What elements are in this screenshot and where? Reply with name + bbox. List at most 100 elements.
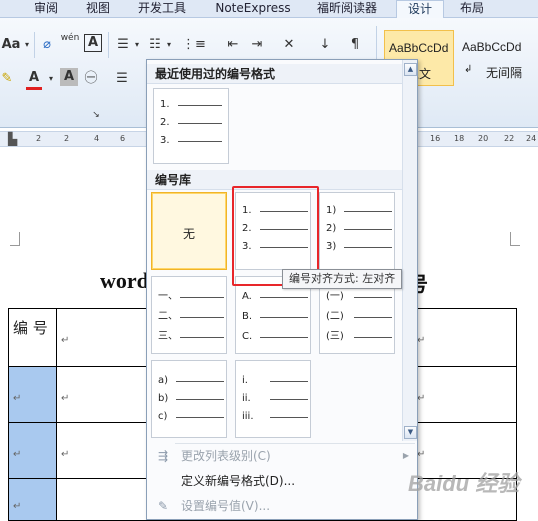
tab-foxit-reader[interactable]: 福昕阅读器 [310,0,384,18]
list-row: (三) [326,331,392,345]
list-row: (一) [326,291,392,305]
tab-review[interactable]: 审阅 [28,0,64,18]
phonetic-guide-button[interactable]: wén [60,32,80,54]
list-line [178,123,222,124]
list-number: 2) [326,223,337,234]
define-new-number-format-item[interactable]: 定义新编号格式(D)... [147,469,417,493]
chevron-down-icon[interactable]: ▾ [46,68,56,90]
tab-design[interactable]: 设计 [396,0,444,18]
table-cell[interactable]: ↵ [8,478,57,521]
para-mark: ↵ [417,449,426,460]
set-value-icon: ✎ [157,499,169,513]
numbering-arabic-paren[interactable]: 1) 2) 3) [319,192,395,270]
list-row: iii. [242,411,308,425]
ruler-number: 18 [454,134,465,143]
numbering-icon[interactable]: ☷ [146,34,164,56]
para-mark: ↵ [417,335,426,346]
cell-label: 编 号 [13,319,48,337]
list-number: b) [158,393,169,404]
para-mark: ↵ [61,449,70,460]
table-cell[interactable]: ↵ [56,366,157,423]
scroll-up-icon[interactable]: ▲ [404,63,417,76]
list-line [176,399,224,400]
list-number: C. [242,331,253,342]
ruler-number: 2 [64,134,70,143]
list-number: (三) [326,331,344,342]
document-title: word [100,268,149,293]
set-numbering-value-item[interactable]: ✎ 设置编号值(V)... [147,494,417,518]
divider [108,32,109,58]
numbering-dropdown: 最近使用过的编号格式 1. 2. 3. 编号库 无 1. 2. 3. 1) 2)… [146,59,418,520]
dialog-launcher-icon[interactable]: ↘ [90,104,102,126]
gallery-scrollbar[interactable]: ▲ ▼ [402,60,417,441]
list-number: B. [242,311,253,322]
char-shading-icon[interactable]: A [60,68,78,86]
table-cell[interactable]: ↵ [56,422,157,479]
tab-view[interactable]: 视图 [80,0,116,18]
style-no-spacing[interactable]: AaBbCcDd 无间隔 ↲ [458,30,536,86]
list-number: 一、 [158,291,178,302]
para-mark: ↵ [61,393,70,404]
tab-developer[interactable]: 开发工具 [132,0,192,18]
numbering-lower-alpha[interactable]: a) b) c) [151,360,227,438]
ribbon-tab-bar: 审阅 视图 开发工具 NoteExpress 福昕阅读器 设计 布局 [0,0,538,18]
list-line [178,141,222,142]
font-size-aa-button[interactable]: Aa [0,34,22,56]
increase-indent-icon[interactable]: ⇥ [248,34,266,56]
numbering-none[interactable]: 无 [151,192,227,270]
char-border-icon[interactable]: A [84,34,102,52]
table-cell[interactable]: ↵ [8,366,57,423]
bullets-icon[interactable]: ☰ [114,34,132,56]
tab-stop-icon[interactable]: ▙ [8,132,17,146]
align-left-icon[interactable]: ☰ [112,68,132,90]
clear-format-icon[interactable]: ⌀ [38,34,56,56]
list-level-icon: ⇶ [157,449,169,463]
list-number: 3) [326,241,337,252]
enclose-char-icon[interactable]: ㊀ [82,68,100,90]
list-row: i. [242,375,308,389]
tooltip: 编号对齐方式: 左对齐 [282,269,403,289]
crop-mark [10,232,20,246]
list-row: 二、 [158,311,224,325]
recent-format-numbered[interactable]: 1. 2. 3. [153,88,229,164]
chevron-down-icon[interactable]: ▾ [132,34,142,56]
list-number: 2. [160,117,170,128]
list-number: i. [242,375,248,386]
font-color-icon[interactable]: A [26,68,42,90]
tab-noteexpress[interactable]: NoteExpress [208,0,298,18]
tab-layout[interactable]: 布局 [452,0,492,18]
list-row: 2. [160,117,224,131]
table-cell[interactable]: ↵ [416,366,517,423]
list-number: A. [242,291,252,302]
chevron-down-icon[interactable]: ▾ [164,34,174,56]
list-row: c) [158,411,224,425]
list-line [260,337,308,338]
chevron-down-icon[interactable]: ▾ [22,34,32,56]
table-cell[interactable]: ↵ [56,308,157,367]
style-sample: AaBbCcDd [462,40,522,54]
para-mark: ↵ [13,393,22,404]
numbering-chinese[interactable]: 一、 二、 三、 [151,276,227,354]
para-mark: ↵ [417,393,426,404]
none-label: 无 [182,227,195,241]
asian-layout-icon[interactable]: ✕ [278,34,300,56]
table-cell[interactable]: ↵ [8,422,57,479]
sort-icon[interactable]: ↓ [316,34,334,56]
paragraph-mark-icon[interactable]: ¶ [346,34,364,56]
change-list-level-item[interactable]: ⇶ 更改列表级别(C) ▶ [147,444,417,468]
list-number: 1. [160,99,170,110]
list-line [270,381,308,382]
numbering-lower-roman[interactable]: i. ii. iii. [235,360,311,438]
multilevel-list-icon[interactable]: ⋮≡ [182,34,206,56]
crop-mark [510,232,520,246]
table-cell[interactable] [56,478,157,521]
table-cell[interactable]: ↵ [416,308,517,367]
table-cell[interactable]: 编 号 [8,308,57,367]
list-line [344,229,392,230]
decrease-indent-icon[interactable]: ⇤ [224,34,242,56]
list-line [270,399,308,400]
list-row: a) [158,375,224,389]
highlight-icon[interactable]: ✎ [0,68,14,90]
scroll-down-icon[interactable]: ▼ [404,426,417,439]
menu-label: 设置编号值(V)... [181,499,271,513]
